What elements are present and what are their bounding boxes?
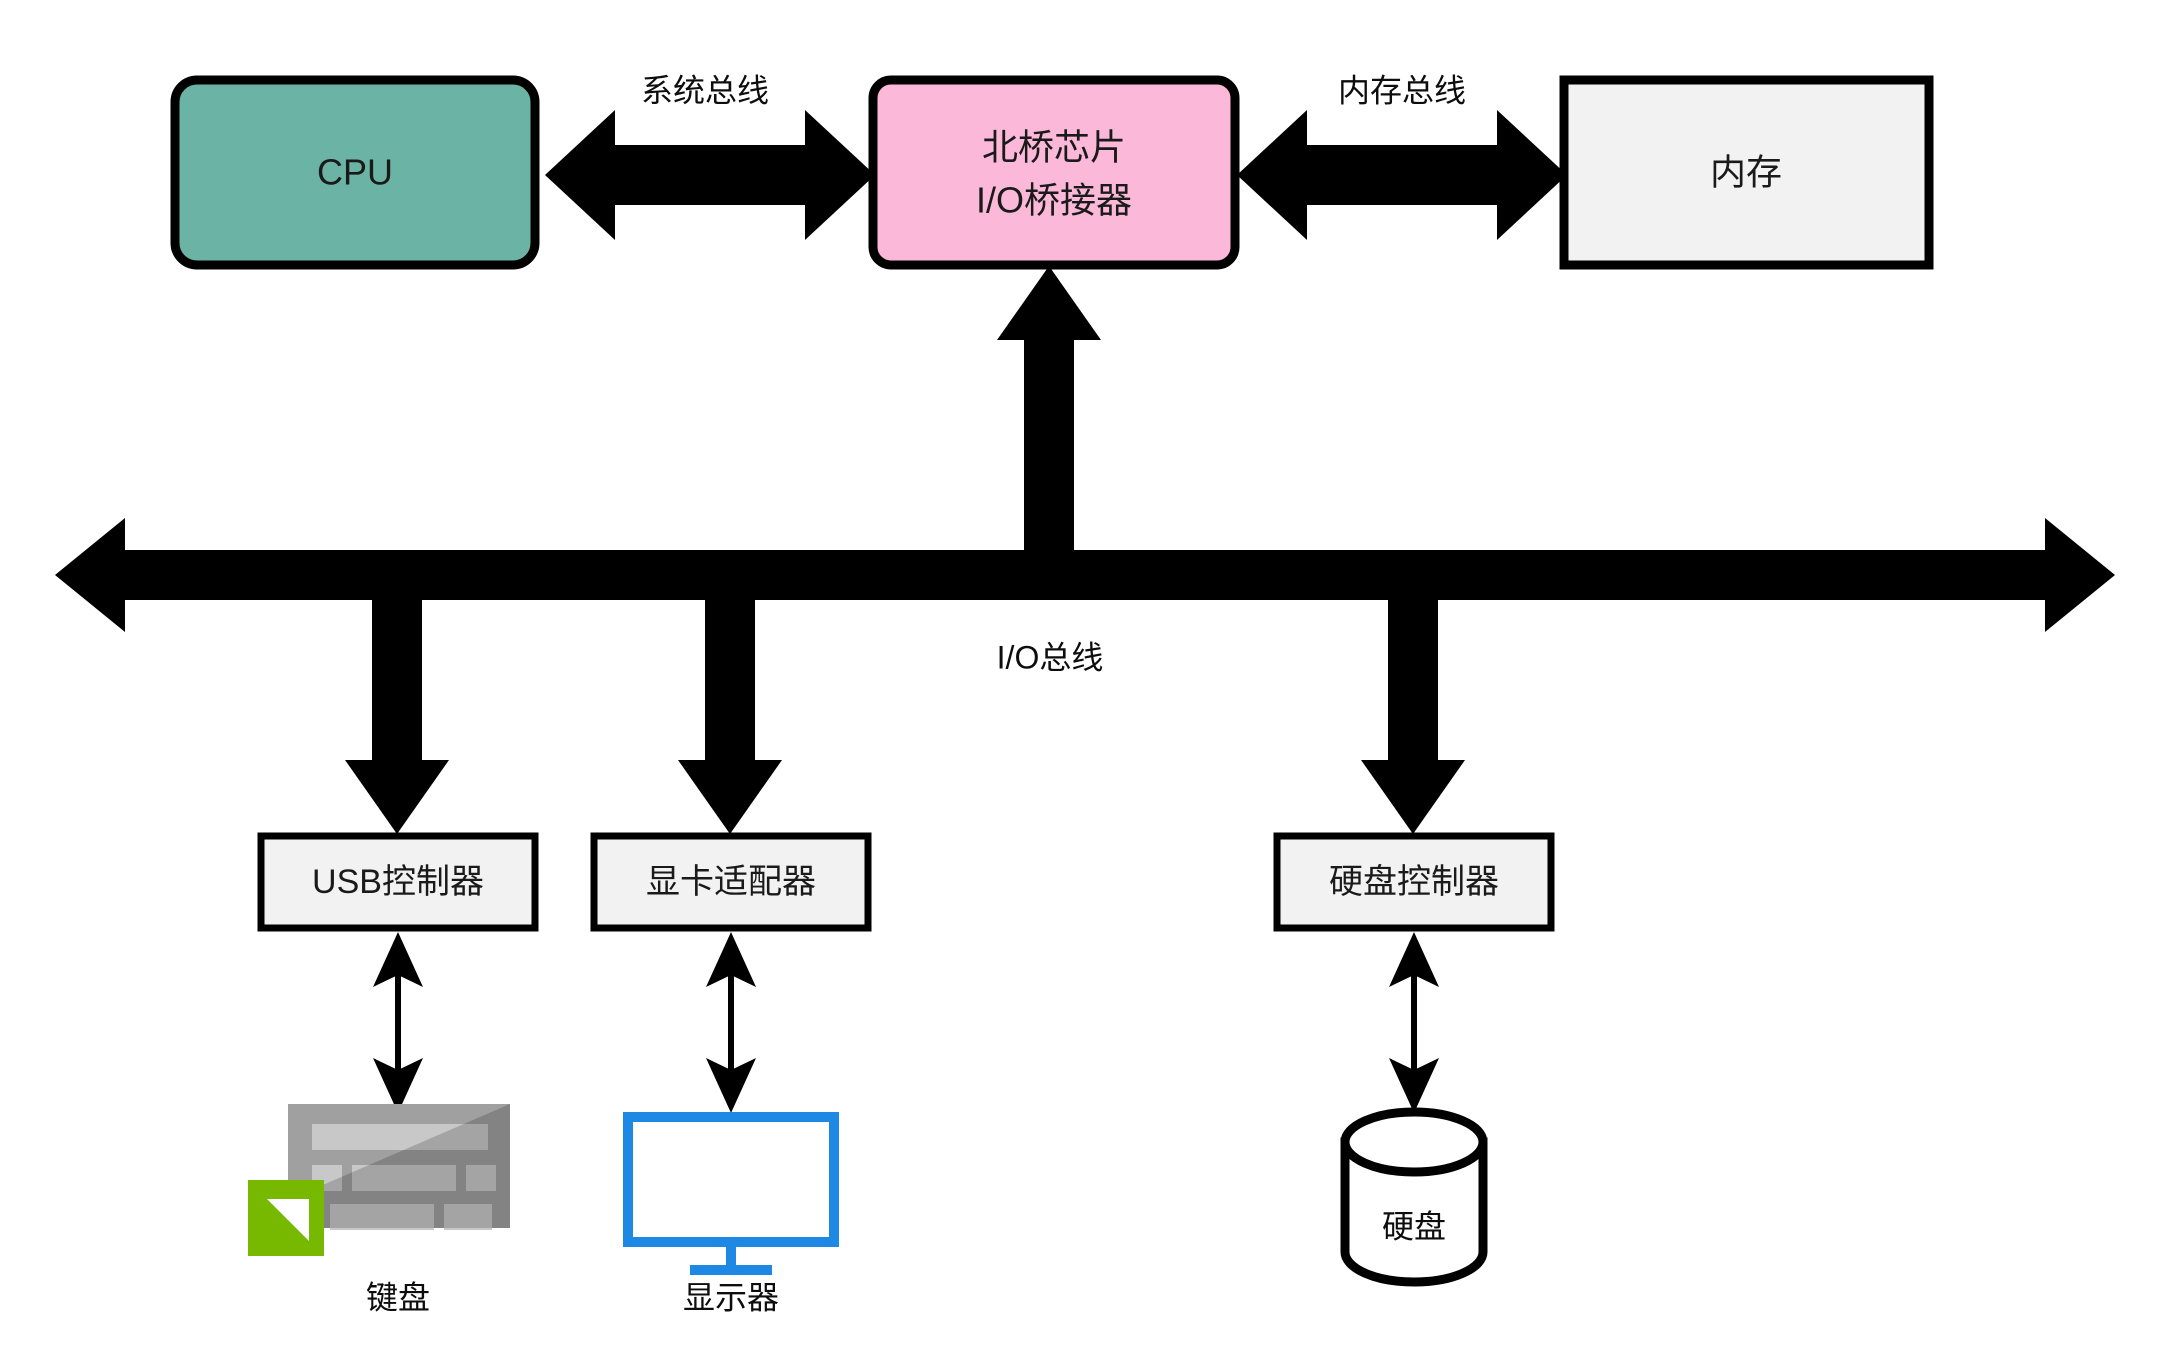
northbridge-node[interactable]: 北桥芯片 I/O桥接器 xyxy=(868,75,1240,270)
system-bus-arrow xyxy=(545,110,875,240)
memory-node[interactable]: 内存 xyxy=(1559,75,1934,270)
io-bus-label: I/O总线 xyxy=(997,639,1104,675)
cpu-label: CPU xyxy=(317,152,393,193)
disk-controller-node[interactable]: 硬盘控制器 xyxy=(1273,832,1555,932)
monitor-label: 显示器 xyxy=(683,1279,779,1315)
monitor-icon xyxy=(623,1112,839,1275)
northbridge-label-line2: I/O桥接器 xyxy=(976,180,1132,221)
io-bus-arrow xyxy=(55,518,2115,632)
memory-label: 内存 xyxy=(1710,152,1782,193)
usb-controller-node[interactable]: USB控制器 xyxy=(257,832,539,932)
disk-controller-label: 硬盘控制器 xyxy=(1329,863,1499,901)
keyboard-icon xyxy=(248,1104,510,1256)
diagram-canvas: 系统总线 内存总线 I/O总线 CPU 北桥芯片 I/O桥接器 内存 USB控制… xyxy=(0,0,2170,1372)
memory-bus-arrow xyxy=(1237,110,1567,240)
io-bus-drop-disk-arrow xyxy=(1361,600,1465,834)
video-adapter-label: 显卡适配器 xyxy=(646,863,816,901)
architecture-diagram-svg: 系统总线 内存总线 I/O总线 CPU 北桥芯片 I/O桥接器 内存 USB控制… xyxy=(55,72,2115,1315)
io-bus-drop-video-arrow xyxy=(678,600,782,834)
hard-disk-node[interactable]: 硬盘 xyxy=(1340,1107,1488,1287)
usb-controller-label: USB控制器 xyxy=(312,863,484,901)
usb-to-keyboard-connector xyxy=(373,932,423,1113)
northbridge-label-line1: 北桥芯片 xyxy=(982,127,1126,168)
cpu-node[interactable]: CPU xyxy=(170,75,540,270)
memory-bus-label: 内存总线 xyxy=(1338,72,1466,108)
video-adapter-node[interactable]: 显卡适配器 xyxy=(590,832,872,932)
io-bus-drop-usb-arrow xyxy=(345,600,449,834)
system-bus-label: 系统总线 xyxy=(641,72,769,108)
keyboard-label: 键盘 xyxy=(366,1279,430,1315)
diskctrl-to-disk-connector xyxy=(1389,932,1439,1113)
hard-disk-label: 硬盘 xyxy=(1382,1208,1446,1244)
bridge-to-io-bus-arrow xyxy=(997,266,1101,600)
video-to-monitor-connector xyxy=(706,932,756,1113)
